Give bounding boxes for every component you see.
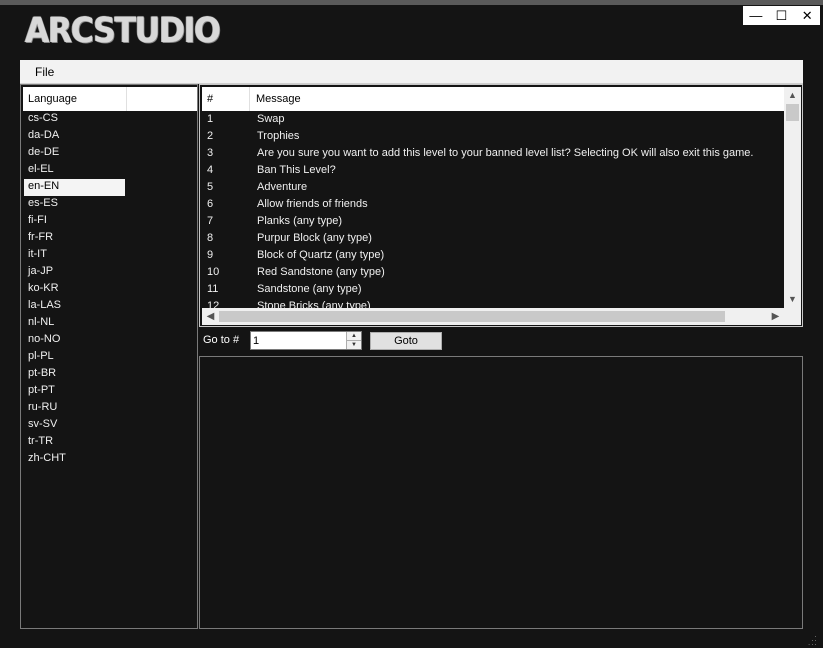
message-number: 8 — [207, 232, 214, 244]
spin-up-icon[interactable]: ▲ — [347, 332, 361, 340]
app-logo: ARCSTUDIO — [25, 11, 221, 51]
maximize-button[interactable]: ☐ — [769, 6, 795, 25]
message-number: 10 — [207, 266, 220, 278]
horizontal-scroll-thumb[interactable] — [219, 311, 725, 322]
message-number: 11 — [207, 283, 219, 295]
column-header-message[interactable]: Message — [250, 87, 786, 111]
language-item[interactable]: es-ES — [24, 196, 125, 213]
language-item[interactable]: sv-SV — [24, 417, 125, 434]
message-number: 7 — [207, 215, 214, 227]
language-item[interactable]: da-DA — [24, 128, 125, 145]
message-rows: 1 Swap 2 Trophies 3 Are you sure you want to … — [202, 111, 786, 309]
message-row[interactable]: 8 Purpur Block (any type) — [202, 230, 786, 247]
message-text: Trophies — [257, 130, 300, 142]
message-list-panel: # Message 1 Swap 2 Trophies 3 Are you sure yo… — [199, 84, 803, 327]
message-number: 2 — [207, 130, 214, 142]
horizontal-scrollbar[interactable]: ◀ ▶ — [202, 308, 784, 325]
language-item[interactable]: pt-PT — [24, 383, 125, 400]
chevron-left-icon[interactable]: ◀ — [202, 308, 219, 325]
language-list-panel: Language cs-CS da-DA de-DE el-EL en-EN es-ES f… — [20, 84, 198, 629]
message-row[interactable]: 7 Planks (any type) — [202, 213, 786, 230]
message-text: Block of Quartz (any type) — [257, 249, 385, 261]
message-number: 1 — [207, 113, 214, 125]
close-button[interactable]: ✕ — [794, 6, 820, 25]
chevron-down-icon[interactable]: ▼ — [784, 291, 801, 308]
message-text: Purpur Block (any type) — [257, 232, 372, 244]
message-row[interactable]: 1 Swap — [202, 111, 786, 128]
language-item[interactable]: zh-CHT — [24, 451, 125, 468]
menu-file[interactable]: File — [35, 65, 54, 79]
message-row[interactable]: 9 Block of Quartz (any type) — [202, 247, 786, 264]
message-text: Planks (any type) — [257, 215, 342, 227]
goto-bar: Go to # ▲ ▼ Goto — [199, 328, 803, 354]
minimize-button[interactable]: — — [743, 6, 769, 25]
message-number: 4 — [207, 164, 214, 176]
message-list-header: # Message — [202, 87, 786, 111]
column-header-language[interactable]: Language — [23, 87, 127, 111]
message-row[interactable]: 2 Trophies — [202, 128, 786, 145]
language-item[interactable]: la-LAS — [24, 298, 125, 315]
language-item[interactable]: cs-CS — [24, 111, 125, 128]
goto-button[interactable]: Goto — [370, 332, 442, 350]
language-item[interactable]: pt-BR — [24, 366, 125, 383]
vertical-scroll-thumb[interactable] — [786, 104, 799, 121]
goto-spinner[interactable]: ▲ ▼ — [346, 332, 361, 349]
message-text: Red Sandstone (any type) — [257, 266, 385, 278]
resize-grip-icon[interactable]: . ..... — [808, 631, 820, 647]
language-item[interactable]: no-NO — [24, 332, 125, 349]
language-list-header: Language — [23, 87, 197, 111]
message-text: Swap — [257, 113, 285, 125]
language-item[interactable]: en-EN — [24, 179, 125, 196]
message-number: 6 — [207, 198, 214, 210]
chevron-right-icon[interactable]: ▶ — [767, 308, 784, 325]
chevron-up-icon[interactable]: ▲ — [784, 87, 801, 104]
vertical-scrollbar[interactable]: ▲ ▼ — [784, 87, 801, 308]
language-item[interactable]: tr-TR — [24, 434, 125, 451]
language-item[interactable]: it-IT — [24, 247, 125, 264]
message-text: Ban This Level? — [257, 164, 336, 176]
message-number: 5 — [207, 181, 214, 193]
message-row[interactable]: 11 Sandstone (any type) — [202, 281, 786, 298]
message-text: Adventure — [257, 181, 308, 193]
message-text: Are you sure you want to add this level … — [257, 147, 754, 159]
menu-bar: File — [20, 60, 803, 84]
language-item[interactable]: pl-PL — [24, 349, 125, 366]
spin-down-icon[interactable]: ▼ — [347, 340, 361, 348]
language-list: cs-CS da-DA de-DE el-EL en-EN es-ES fi-FI fr-FR… — [24, 111, 194, 468]
message-number: 3 — [207, 147, 214, 159]
language-item[interactable]: ru-RU — [24, 400, 125, 417]
message-row[interactable]: 3 Are you sure you want to add this level… — [202, 145, 786, 162]
goto-label: Go to # — [203, 334, 240, 346]
language-item[interactable]: nl-NL — [24, 315, 125, 332]
language-item[interactable]: fi-FI — [24, 213, 125, 230]
window-top-strip — [0, 0, 823, 5]
message-text: Sandstone (any type) — [257, 283, 362, 295]
message-text: Allow friends of friends — [257, 198, 368, 210]
language-item[interactable]: el-EL — [24, 162, 125, 179]
language-item[interactable]: fr-FR — [24, 230, 125, 247]
language-item[interactable]: ko-KR — [24, 281, 125, 298]
window-controls: — ☐ ✕ — [743, 6, 820, 25]
scrollbar-corner — [784, 308, 801, 325]
message-row[interactable]: 10 Red Sandstone (any type) — [202, 264, 786, 281]
language-item[interactable]: ja-JP — [24, 264, 125, 281]
language-item[interactable]: de-DE — [24, 145, 125, 162]
column-header-number[interactable]: # — [202, 87, 250, 111]
message-detail-panel[interactable] — [199, 356, 803, 629]
message-row[interactable]: 4 Ban This Level? — [202, 162, 786, 179]
message-number: 9 — [207, 249, 214, 261]
message-row[interactable]: 5 Adventure — [202, 179, 786, 196]
message-row[interactable]: 6 Allow friends of friends — [202, 196, 786, 213]
